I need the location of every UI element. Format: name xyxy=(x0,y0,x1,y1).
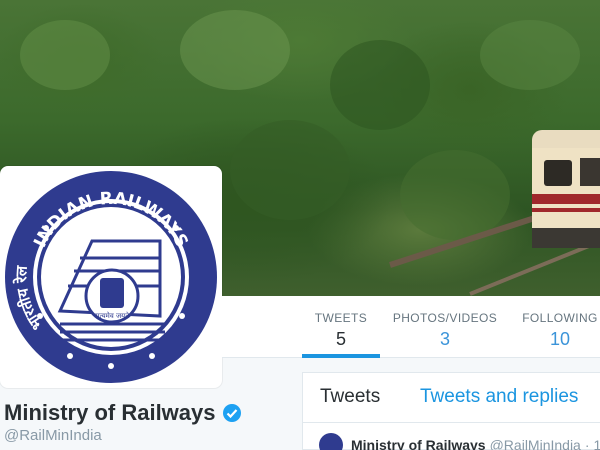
stat-label: PHOTOS/VIDEOS xyxy=(392,311,498,325)
tweet-item[interactable]: Ministry of Railways @RailMinIndia · 13 xyxy=(319,433,600,450)
profile-name-row: Ministry of Railways xyxy=(4,400,242,426)
stat-photos-videos[interactable]: PHOTOS/VIDEOS 3 xyxy=(392,296,498,358)
profile-handle[interactable]: @RailMinIndia xyxy=(4,427,102,444)
train-image xyxy=(532,130,600,248)
stat-value: 3 xyxy=(439,329,450,349)
tweet-author-handle[interactable]: @RailMinIndia xyxy=(490,437,581,450)
stat-value: 5 xyxy=(335,329,346,349)
svg-text:सत्यमेव जयते: सत्यमेव जयते xyxy=(95,311,130,320)
timeline-tabs: Tweets Tweets and replies xyxy=(303,373,600,423)
tab-tweets-and-replies[interactable]: Tweets and replies xyxy=(420,386,578,408)
profile-nav-bar: TWEETS 5 PHOTOS/VIDEOS 3 FOLLOWING 10 xyxy=(222,296,600,358)
stat-tweets[interactable]: TWEETS 5 xyxy=(302,296,380,358)
tweet-separator: · xyxy=(584,437,590,450)
profile-avatar[interactable]: सत्यमेव जयते INDIAN RAILWAYS भारतीय रेल xyxy=(0,166,222,388)
stat-label: FOLLOWING xyxy=(522,311,598,325)
stat-following[interactable]: FOLLOWING 10 xyxy=(520,296,600,358)
verified-badge-icon xyxy=(222,404,241,422)
indian-railways-logo: सत्यमेव जयते INDIAN RAILWAYS भारतीय रेल xyxy=(5,171,217,383)
stat-label: TWEETS xyxy=(314,311,368,325)
stat-value: 10 xyxy=(549,329,571,349)
tweet-author-name[interactable]: Ministry of Railways xyxy=(351,437,486,450)
tweet-timestamp[interactable]: 13 xyxy=(594,437,600,450)
profile-name[interactable]: Ministry of Railways xyxy=(4,400,216,426)
timeline-panel: Tweets Tweets and replies Ministry of Ra… xyxy=(302,372,600,450)
tweet-avatar[interactable] xyxy=(319,433,343,450)
tab-tweets[interactable]: Tweets xyxy=(320,386,380,408)
